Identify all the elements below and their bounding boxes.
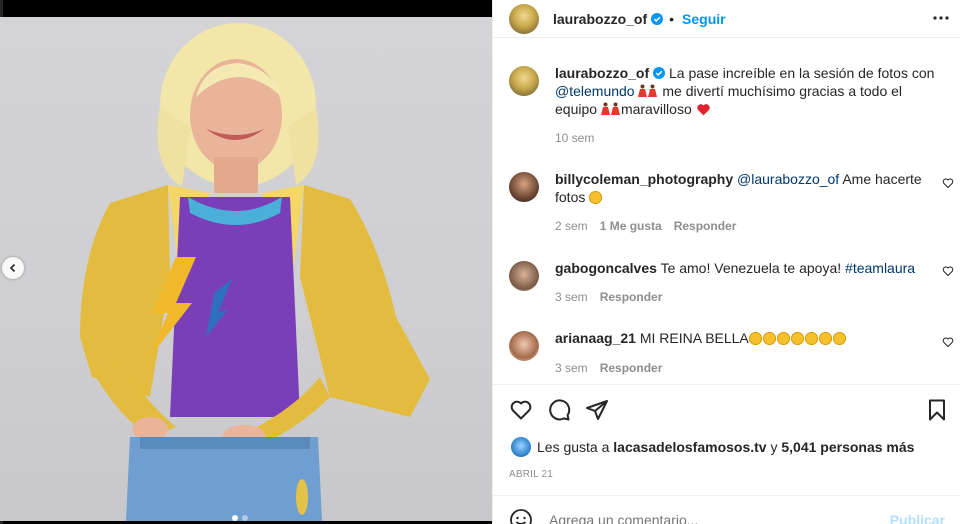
post-actions	[509, 398, 949, 422]
liker-avatar[interactable]	[511, 437, 531, 457]
commenter-avatar[interactable]	[509, 261, 539, 291]
more-options-button[interactable]	[931, 10, 951, 26]
carousel-dot-active	[232, 515, 238, 521]
likes-prefix: Les gusta a	[537, 439, 610, 455]
red-heart-emoji-icon	[696, 104, 710, 116]
comment-time[interactable]: 3 sem	[555, 361, 588, 375]
share-paper-plane-icon[interactable]	[585, 398, 609, 422]
carousel-indicator	[232, 515, 248, 521]
comment-meta: 3 sem Responder	[555, 290, 662, 304]
commenter-avatar[interactable]	[509, 331, 539, 361]
post-photo[interactable]	[0, 17, 492, 521]
caption: laurabozzo_of La pase increíble en la se…	[509, 64, 949, 118]
like-comment-heart-icon[interactable]	[942, 336, 954, 348]
comment-username[interactable]: arianaag_21	[555, 330, 636, 346]
comment-divider	[493, 495, 960, 496]
like-heart-icon[interactable]	[509, 398, 533, 422]
comment-body: MI REINA BELLA	[639, 330, 749, 346]
reply-button[interactable]: Responder	[600, 361, 663, 375]
comment-meta: 2 sem 1 Me gusta Responder	[555, 219, 736, 233]
author-avatar[interactable]	[509, 3, 539, 34]
follow-button[interactable]: Seguir	[682, 11, 726, 27]
like-comment-heart-icon[interactable]	[942, 265, 954, 277]
star-eyes-emoji-icon	[832, 332, 846, 345]
caption-meta: 10 sem	[555, 131, 594, 145]
comment-bar: Publicar	[509, 508, 949, 524]
dancer-emoji-icon	[610, 102, 620, 115]
emoji-smiley-icon[interactable]	[509, 508, 533, 524]
dancer-emoji-icon	[648, 84, 658, 97]
star-eyes-emoji-icon	[748, 332, 762, 345]
star-eyes-emoji-icon	[776, 332, 790, 345]
header-divider	[493, 37, 960, 38]
comment: gabogoncalves Te amo! Venezuela te apoya…	[509, 259, 949, 291]
comment-time[interactable]: 2 sem	[555, 219, 588, 233]
star-eyes-emoji-icon	[790, 332, 804, 345]
likes-summary: Les gusta a lacasadelosfamosos.tv y 5,04…	[511, 437, 914, 457]
more-dots-icon	[933, 16, 949, 20]
star-eyes-emoji-icon	[589, 191, 603, 204]
reply-button[interactable]: Responder	[674, 219, 737, 233]
publish-button[interactable]: Publicar	[890, 512, 945, 524]
comment-mention[interactable]: @laurabozzo_of	[737, 171, 839, 187]
comment-username[interactable]: billycoleman_photography	[555, 171, 733, 187]
caption-text-3: maravilloso	[620, 101, 692, 117]
previous-photo-button[interactable]	[2, 257, 24, 279]
save-bookmark-icon[interactable]	[925, 398, 949, 422]
comment-text: arianaag_21 MI REINA BELLA	[555, 329, 935, 361]
verified-badge-icon	[651, 12, 664, 25]
post-media[interactable]	[0, 0, 492, 524]
dancer-emoji-icon	[638, 84, 648, 97]
comment: arianaag_21 MI REINA BELLA	[509, 329, 949, 361]
post-sidebar: laurabozzo_of • Seguir laurabozzo_of La …	[492, 0, 960, 524]
caption-username[interactable]: laurabozzo_of	[555, 65, 649, 81]
caption-time[interactable]: 10 sem	[555, 131, 594, 145]
commenter-avatar[interactable]	[509, 172, 539, 202]
author-username[interactable]: laurabozzo_of	[553, 11, 647, 27]
post-date[interactable]: ABRIL 21	[509, 469, 553, 480]
likes-others[interactable]: 5,041 personas más	[781, 439, 914, 455]
dancer-emoji-icon	[600, 102, 610, 115]
like-comment-heart-icon[interactable]	[942, 177, 954, 189]
photo-illustration	[80, 23, 430, 521]
caption-mention[interactable]: @telemundo	[555, 83, 635, 99]
star-eyes-emoji-icon	[818, 332, 832, 345]
comment-time[interactable]: 3 sem	[555, 290, 588, 304]
comment-username[interactable]: gabogoncalves	[555, 260, 657, 276]
carousel-dot	[242, 515, 248, 521]
comment-text: gabogoncalves Te amo! Venezuela te apoya…	[555, 259, 935, 291]
comment-meta: 3 sem Responder	[555, 361, 662, 375]
comment-hashtag[interactable]: #teamlaura	[845, 260, 915, 276]
actions-divider	[493, 384, 960, 385]
post-header: laurabozzo_of • Seguir	[493, 0, 960, 37]
likes-conj: y	[770, 439, 778, 455]
liker-username[interactable]: lacasadelosfamosos.tv	[613, 439, 766, 455]
comment-text: billycoleman_photography @laurabozzo_of …	[555, 170, 935, 206]
star-eyes-emoji-icon	[762, 332, 776, 345]
comment-bubble-icon[interactable]	[547, 398, 571, 422]
caption-text-1: La pase increíble en la sesión de fotos …	[669, 65, 935, 81]
caption-text: laurabozzo_of La pase increíble en la se…	[555, 64, 935, 118]
separator-bullet: •	[669, 10, 675, 27]
caption-avatar[interactable]	[509, 66, 539, 96]
star-eyes-emoji-icon	[804, 332, 818, 345]
comment-body: Te amo! Venezuela te apoya!	[660, 260, 842, 276]
chevron-left-icon	[9, 263, 16, 273]
comment: billycoleman_photography @laurabozzo_of …	[509, 170, 949, 206]
verified-badge-icon	[653, 67, 666, 79]
reply-button[interactable]: Responder	[600, 290, 663, 304]
comment-likes[interactable]: 1 Me gusta	[600, 219, 662, 233]
comment-input[interactable]	[549, 512, 869, 524]
